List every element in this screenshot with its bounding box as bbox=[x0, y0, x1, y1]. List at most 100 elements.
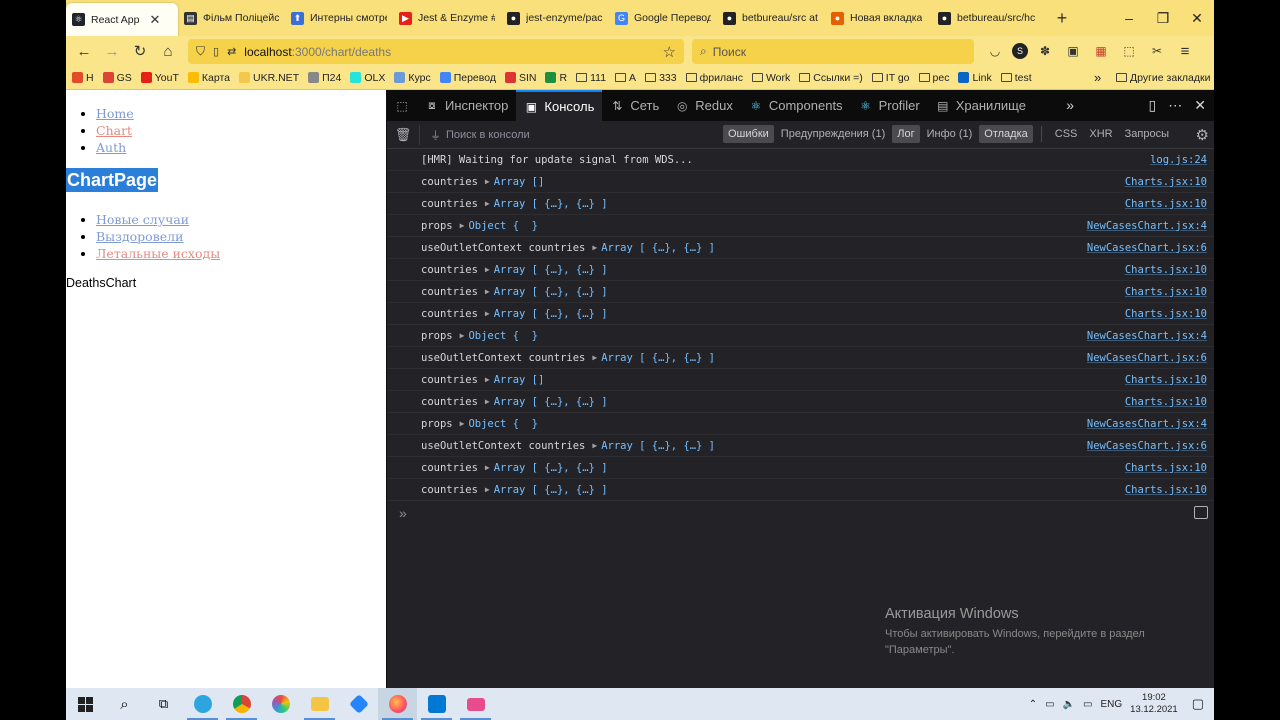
console-object-preview[interactable]: Object { } bbox=[468, 418, 538, 430]
subnav-link-recovered[interactable]: Выздоровели bbox=[96, 229, 183, 244]
console-source-link[interactable]: Charts.jsx:10 bbox=[1125, 374, 1207, 386]
minimize-button[interactable]: – bbox=[1112, 0, 1146, 36]
bookmark-item[interactable]: GS bbox=[102, 72, 132, 84]
expand-triangle-icon[interactable]: ▶ bbox=[592, 243, 597, 252]
pinwheel-app-icon[interactable] bbox=[261, 688, 300, 720]
console-source-link[interactable]: NewCasesChart.jsx:4 bbox=[1087, 330, 1207, 342]
paw-extension-icon[interactable]: ✽ bbox=[1034, 40, 1056, 62]
console-source-link[interactable]: NewCasesChart.jsx:6 bbox=[1087, 242, 1207, 254]
browser-tab[interactable]: ● betbureau/src at bbox=[717, 0, 825, 36]
firefox-app-icon[interactable] bbox=[378, 688, 417, 720]
file-explorer-icon[interactable] bbox=[300, 688, 339, 720]
devtools-tab[interactable]: ▣ Консоль bbox=[516, 90, 603, 121]
nav-link-auth[interactable]: Auth bbox=[96, 140, 126, 155]
console-message[interactable]: countries ▶ Array [ {…}, {…} ] Charts.jsx:1… bbox=[387, 457, 1214, 479]
notifications-icon[interactable]: ▢ bbox=[1192, 696, 1204, 712]
expand-triangle-icon[interactable]: ▶ bbox=[485, 199, 490, 208]
console-message[interactable]: useOutletContext countries ▶ Array [ {…}, … bbox=[387, 435, 1214, 457]
bookmark-item[interactable]: Work bbox=[751, 72, 790, 84]
network-icon[interactable]: ▭ bbox=[1083, 699, 1092, 710]
extension-icon[interactable]: ▣ bbox=[1062, 40, 1084, 62]
console-message[interactable]: countries ▶ Array [ {…}, {…} ] Charts.jsx:1… bbox=[387, 303, 1214, 325]
bookmark-item[interactable]: R bbox=[545, 72, 567, 84]
console-object-preview[interactable]: Array [] bbox=[494, 176, 545, 188]
expand-triangle-icon[interactable]: ▶ bbox=[485, 177, 490, 186]
menu-icon[interactable]: ≡ bbox=[1174, 40, 1196, 62]
address-bar[interactable]: ⛉ ▯ ⇄ localhost:3000/chart/deaths ☆ bbox=[188, 39, 684, 64]
console-object-preview[interactable]: Array [ {…}, {…} ] bbox=[601, 440, 715, 452]
console-message[interactable]: props ▶ Object { } NewCasesChart.jsx:4 bbox=[387, 325, 1214, 347]
console-filter-button[interactable]: Отладка bbox=[979, 125, 1033, 143]
console-message[interactable]: countries ▶ Array [ {…}, {…} ] Charts.jsx:1… bbox=[387, 479, 1214, 501]
bookmark-item[interactable]: IT go bbox=[871, 72, 910, 84]
bookmark-item[interactable]: test bbox=[1000, 72, 1032, 84]
permissions-icon[interactable]: ⇄ bbox=[227, 45, 236, 58]
console-object-preview[interactable]: Array [ {…}, {…} ] bbox=[494, 286, 608, 298]
tab-close-icon[interactable]: ✕ bbox=[149, 12, 160, 28]
console-message[interactable]: countries ▶ Array [] Charts.jsx:10 bbox=[387, 369, 1214, 391]
console-filter-button[interactable]: Предупреждения (1) bbox=[776, 125, 890, 143]
console-filter-button[interactable]: Лог bbox=[892, 125, 920, 143]
console-message[interactable]: countries ▶ Array [] Charts.jsx:10 bbox=[387, 171, 1214, 193]
browser-tab[interactable]: ▶ Jest & Enzyme # bbox=[393, 0, 501, 36]
expand-triangle-icon[interactable]: ▶ bbox=[460, 331, 465, 340]
other-bookmarks[interactable]: Другие закладки bbox=[1116, 72, 1210, 84]
console-object-preview[interactable]: Array [ {…}, {…} ] bbox=[601, 352, 715, 364]
bookmark-item[interactable]: YouT bbox=[140, 72, 179, 84]
chrome-app-icon[interactable] bbox=[222, 688, 261, 720]
console-message[interactable]: props ▶ Object { } NewCasesChart.jsx:4 bbox=[387, 413, 1214, 435]
maximize-button[interactable]: ❐ bbox=[1146, 0, 1180, 36]
console-settings-gear-icon[interactable]: ⚙ bbox=[1196, 126, 1209, 144]
devtools-tab[interactable]: ⇅ Сеть bbox=[602, 90, 667, 121]
bookmark-item[interactable]: фриланс bbox=[685, 72, 743, 84]
console-source-link[interactable]: NewCasesChart.jsx:6 bbox=[1087, 440, 1207, 452]
devtools-tab[interactable]: ⚛ Components bbox=[741, 90, 851, 121]
bookmark-item[interactable]: Н bbox=[72, 72, 94, 84]
redux-extension-icon[interactable]: ▦ bbox=[1090, 40, 1112, 62]
console-message[interactable]: countries ▶ Array [ {…}, {…} ] Charts.jsx:1… bbox=[387, 391, 1214, 413]
bookmark-star-icon[interactable]: ☆ bbox=[663, 43, 676, 61]
expand-triangle-icon[interactable]: ▶ bbox=[460, 221, 465, 230]
bookmark-item[interactable]: П24 bbox=[308, 72, 341, 84]
console-object-preview[interactable]: Array [ {…}, {…} ] bbox=[494, 484, 608, 496]
console-message[interactable]: useOutletContext countries ▶ Array [ {…}, … bbox=[387, 237, 1214, 259]
split-console-icon[interactable] bbox=[1194, 506, 1208, 519]
console-source-link[interactable]: Charts.jsx:10 bbox=[1125, 484, 1207, 496]
vscode-app-icon[interactable] bbox=[417, 688, 456, 720]
new-tab-button[interactable]: + bbox=[1047, 0, 1077, 36]
nav-link-chart[interactable]: Chart bbox=[96, 123, 132, 138]
puzzle-icon[interactable]: ⬚ bbox=[1118, 40, 1140, 62]
console-source-link[interactable]: NewCasesChart.jsx:6 bbox=[1087, 352, 1207, 364]
expand-triangle-icon[interactable]: ▶ bbox=[485, 375, 490, 384]
extension-s-icon[interactable]: S bbox=[1012, 43, 1028, 59]
console-source-link[interactable]: Charts.jsx:10 bbox=[1125, 308, 1207, 320]
expand-triangle-icon[interactable]: ▶ bbox=[485, 309, 490, 318]
console-object-preview[interactable]: Array [ {…}, {…} ] bbox=[494, 198, 608, 210]
nav-link-home[interactable]: Home bbox=[96, 106, 134, 121]
bookmark-item[interactable]: A bbox=[615, 72, 636, 84]
console-message[interactable]: [HMR] Waiting for update signal from WDS… bbox=[387, 149, 1214, 171]
console-source-link[interactable]: Charts.jsx:10 bbox=[1125, 198, 1207, 210]
bookmark-item[interactable]: 333 bbox=[645, 72, 677, 84]
expand-triangle-icon[interactable]: ▶ bbox=[592, 441, 597, 450]
devtools-menu-icon[interactable]: ⋯ bbox=[1168, 97, 1182, 114]
console-object-preview[interactable]: Array [ {…}, {…} ] bbox=[494, 462, 608, 474]
devtools-tab[interactable]: ⚛ Profiler bbox=[851, 90, 928, 121]
browser-tab[interactable]: ⬆ Интерны смотре bbox=[285, 0, 393, 36]
console-object-preview[interactable]: Array [] bbox=[494, 374, 545, 386]
telegram-app-icon[interactable] bbox=[183, 688, 222, 720]
devtools-tab[interactable]: ▤ Хранилище bbox=[928, 90, 1034, 121]
volume-icon[interactable]: 🔈 bbox=[1063, 699, 1075, 710]
close-devtools-icon[interactable]: ✕ bbox=[1194, 97, 1206, 114]
console-object-preview[interactable]: Array [ {…}, {…} ] bbox=[494, 396, 608, 408]
expand-triangle-icon[interactable]: ▶ bbox=[592, 353, 597, 362]
console-object-preview[interactable]: Array [ {…}, {…} ] bbox=[494, 264, 608, 276]
browser-tab[interactable]: ▤ Фільм Поліцейсь bbox=[178, 0, 285, 36]
expand-triangle-icon[interactable]: ▶ bbox=[485, 463, 490, 472]
console-object-preview[interactable]: Array [ {…}, {…} ] bbox=[494, 308, 608, 320]
console-object-preview[interactable]: Object { } bbox=[468, 220, 538, 232]
request-filter-button[interactable]: XHR bbox=[1084, 125, 1117, 143]
console-filter-button[interactable]: Ошибки bbox=[723, 125, 774, 143]
forward-button[interactable]: → bbox=[98, 38, 126, 64]
search-taskbar-icon[interactable]: ⌕ bbox=[105, 688, 144, 720]
